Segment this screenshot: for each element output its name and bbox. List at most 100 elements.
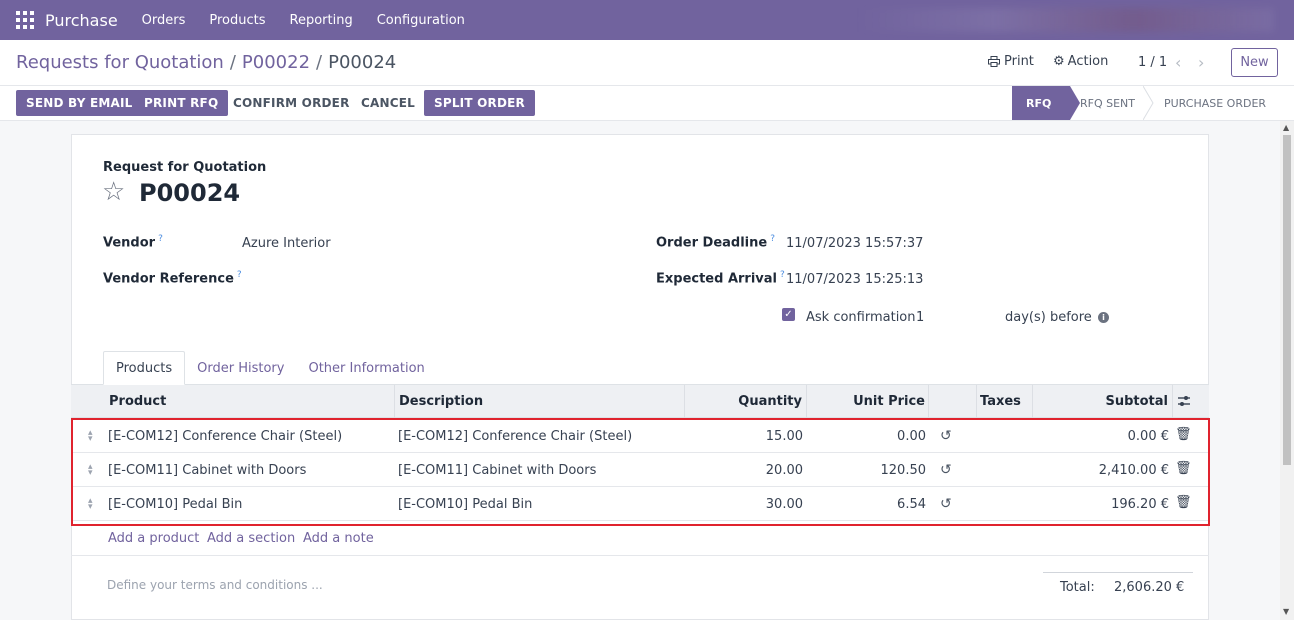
column-separator [806,385,807,418]
breadcrumb-p00022[interactable]: P00022 [242,52,310,73]
tab-other-information[interactable]: Other Information [296,351,436,385]
cell-unit-price[interactable]: 120.50 [881,453,927,487]
breadcrumb-rfq-list[interactable]: Requests for Quotation [16,52,224,73]
history-icon[interactable]: ↺ [940,462,952,478]
vendor-label: Vendor? [103,234,163,250]
optional-columns-icon[interactable] [1177,395,1191,407]
record-type-label: Request for Quotation [103,160,267,175]
drag-handle-icon[interactable]: ▴ ▾ [88,463,93,478]
menu-reporting[interactable]: Reporting [290,13,353,28]
expected-arrival-field[interactable]: 11/07/2023 15:25:13 [786,272,923,287]
help-tooltip-icon[interactable]: ? [158,234,163,244]
trash-icon[interactable]: 🗑 [1175,427,1192,442]
scroll-up-icon[interactable]: ▲ [1283,123,1289,132]
send-by-email-button[interactable]: SEND BY EMAIL [16,90,143,116]
menu-orders[interactable]: Orders [142,13,186,28]
breadcrumb-separator: / [229,52,236,73]
column-description[interactable]: Description [399,385,483,418]
scrollbar[interactable]: ▲ ▼ [1280,121,1294,620]
vendor-reference-field[interactable] [242,270,622,288]
table-row[interactable]: ▴ ▾ [E-COM10] Pedal Bin [E-COM10] Pedal B… [71,487,1209,521]
app-brand[interactable]: Purchase [45,11,118,30]
column-taxes[interactable]: Taxes [980,385,1021,418]
add-product-link[interactable]: Add a product [108,531,199,546]
column-subtotal[interactable]: Subtotal [1105,385,1168,418]
stage-rfq[interactable]: RFQ [1012,86,1070,120]
chevron-right-icon[interactable]: › [1198,53,1204,72]
vendor-field[interactable]: Azure Interior [242,236,331,251]
breadcrumb-separator: / [316,52,323,73]
cell-quantity[interactable]: 15.00 [766,419,803,453]
help-tooltip-icon[interactable]: ? [770,234,775,244]
history-icon[interactable]: ↺ [940,496,952,512]
cell-description[interactable]: [E-COM12] Conference Chair (Steel) [398,419,632,453]
cell-description[interactable]: [E-COM11] Cabinet with Doors [398,453,596,487]
cell-quantity[interactable]: 30.00 [766,487,803,521]
trash-icon[interactable]: 🗑 [1175,495,1192,510]
stage-purchase-order[interactable]: PURCHASE ORDER [1164,86,1266,120]
chevron-left-icon[interactable]: ‹ [1175,53,1181,72]
column-separator [684,385,685,418]
terms-conditions-field[interactable]: Define your terms and conditions ... [107,578,323,592]
cell-product[interactable]: [E-COM12] Conference Chair (Steel) [108,419,342,453]
order-deadline-label-text: Order Deadline [656,235,768,251]
days-before-label: day(s) before [1005,310,1092,325]
section-divider [71,555,1209,556]
blurred-systray [854,8,1274,32]
column-quantity[interactable]: Quantity [738,385,802,418]
column-unit-price[interactable]: Unit Price [853,385,925,418]
table-row[interactable]: ▴ ▾ [E-COM12] Conference Chair (Steel) [E… [71,419,1209,453]
drag-handle-icon[interactable]: ▴ ▾ [88,497,93,512]
cell-unit-price[interactable]: 6.54 [897,487,926,521]
tab-products[interactable]: Products [103,351,186,385]
add-section-link[interactable]: Add a section [207,531,295,546]
star-icon[interactable]: ☆ [102,178,125,206]
record-name: P00024 [139,179,241,207]
vendor-reference-label: Vendor Reference? [103,270,242,286]
info-icon[interactable]: i [1098,312,1109,323]
apps-grid-icon[interactable] [16,11,34,29]
printer-icon [988,56,1000,67]
breadcrumb-current: P00024 [328,52,397,73]
split-order-button[interactable]: SPLIT ORDER [424,90,535,116]
order-deadline-field[interactable]: 11/07/2023 15:57:37 [786,236,923,251]
ask-confirmation-days-field[interactable]: 1 [916,310,924,325]
confirm-order-button[interactable]: CONFIRM ORDER [223,90,360,116]
column-product[interactable]: Product [109,385,166,418]
notebook-tabs: Products Order History Other Information [103,351,437,385]
cell-product[interactable]: [E-COM11] Cabinet with Doors [108,453,306,487]
help-tooltip-icon[interactable]: ? [237,270,242,280]
stage-rfq-sent[interactable]: RFQ SENT [1080,86,1135,120]
drag-handle-icon[interactable]: ▴ ▾ [88,429,93,444]
trash-icon[interactable]: 🗑 [1175,461,1192,476]
scroll-down-icon[interactable]: ▼ [1283,607,1289,616]
print-button[interactable]: Print [988,54,1034,69]
add-note-link[interactable]: Add a note [303,531,374,546]
ask-confirmation-checkbox[interactable]: ✓ [782,308,795,321]
cell-description[interactable]: [E-COM10] Pedal Bin [398,487,532,521]
order-lines-header: Product Description Quantity Unit Price … [71,385,1209,418]
ask-confirmation-label: Ask confirmation [806,310,916,325]
cell-unit-price[interactable]: 0.00 [897,419,926,453]
help-tooltip-icon[interactable]: ? [780,270,785,280]
cell-product[interactable]: [E-COM10] Pedal Bin [108,487,242,521]
column-separator [394,385,395,418]
menu-products[interactable]: Products [209,13,265,28]
column-separator [928,385,929,418]
scroll-thumb[interactable] [1283,135,1291,465]
top-navbar: Purchase Orders Products Reporting Confi… [0,0,1294,40]
gear-icon: ⚙ [1053,54,1065,69]
print-rfq-button[interactable]: PRINT RFQ [134,90,229,116]
total-divider [1043,572,1193,573]
stage-arrow [1070,86,1080,120]
cell-quantity[interactable]: 20.00 [766,453,803,487]
pager-value[interactable]: 1 / 1 [1138,55,1167,70]
table-row[interactable]: ▴ ▾ [E-COM11] Cabinet with Doors [E-COM11… [71,453,1209,487]
new-button[interactable]: New [1231,48,1278,77]
menu-configuration[interactable]: Configuration [377,13,465,28]
history-icon[interactable]: ↺ [940,428,952,444]
cancel-button[interactable]: CANCEL [351,90,425,116]
cell-subtotal: 196.20 € [1111,496,1169,512]
tab-order-history[interactable]: Order History [185,351,296,385]
action-button[interactable]: ⚙ Action [1053,54,1108,69]
